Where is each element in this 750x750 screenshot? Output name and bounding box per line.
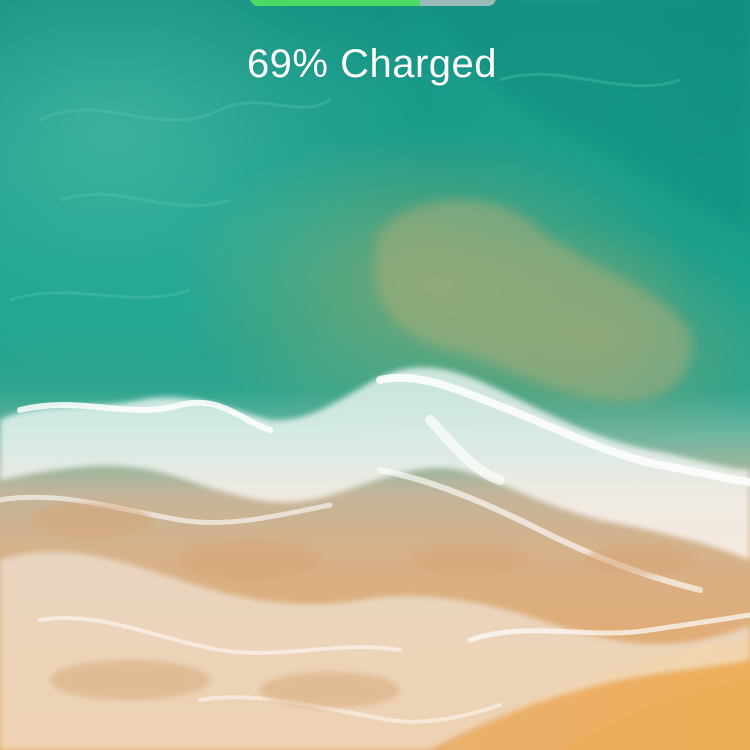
charge-status-label: 69% Charged	[246, 42, 498, 86]
battery-charge-bar	[250, 0, 496, 6]
wallpaper-image	[0, 0, 750, 750]
battery-charge-fill	[250, 0, 420, 6]
lock-screen: 69% Charged	[0, 0, 750, 750]
